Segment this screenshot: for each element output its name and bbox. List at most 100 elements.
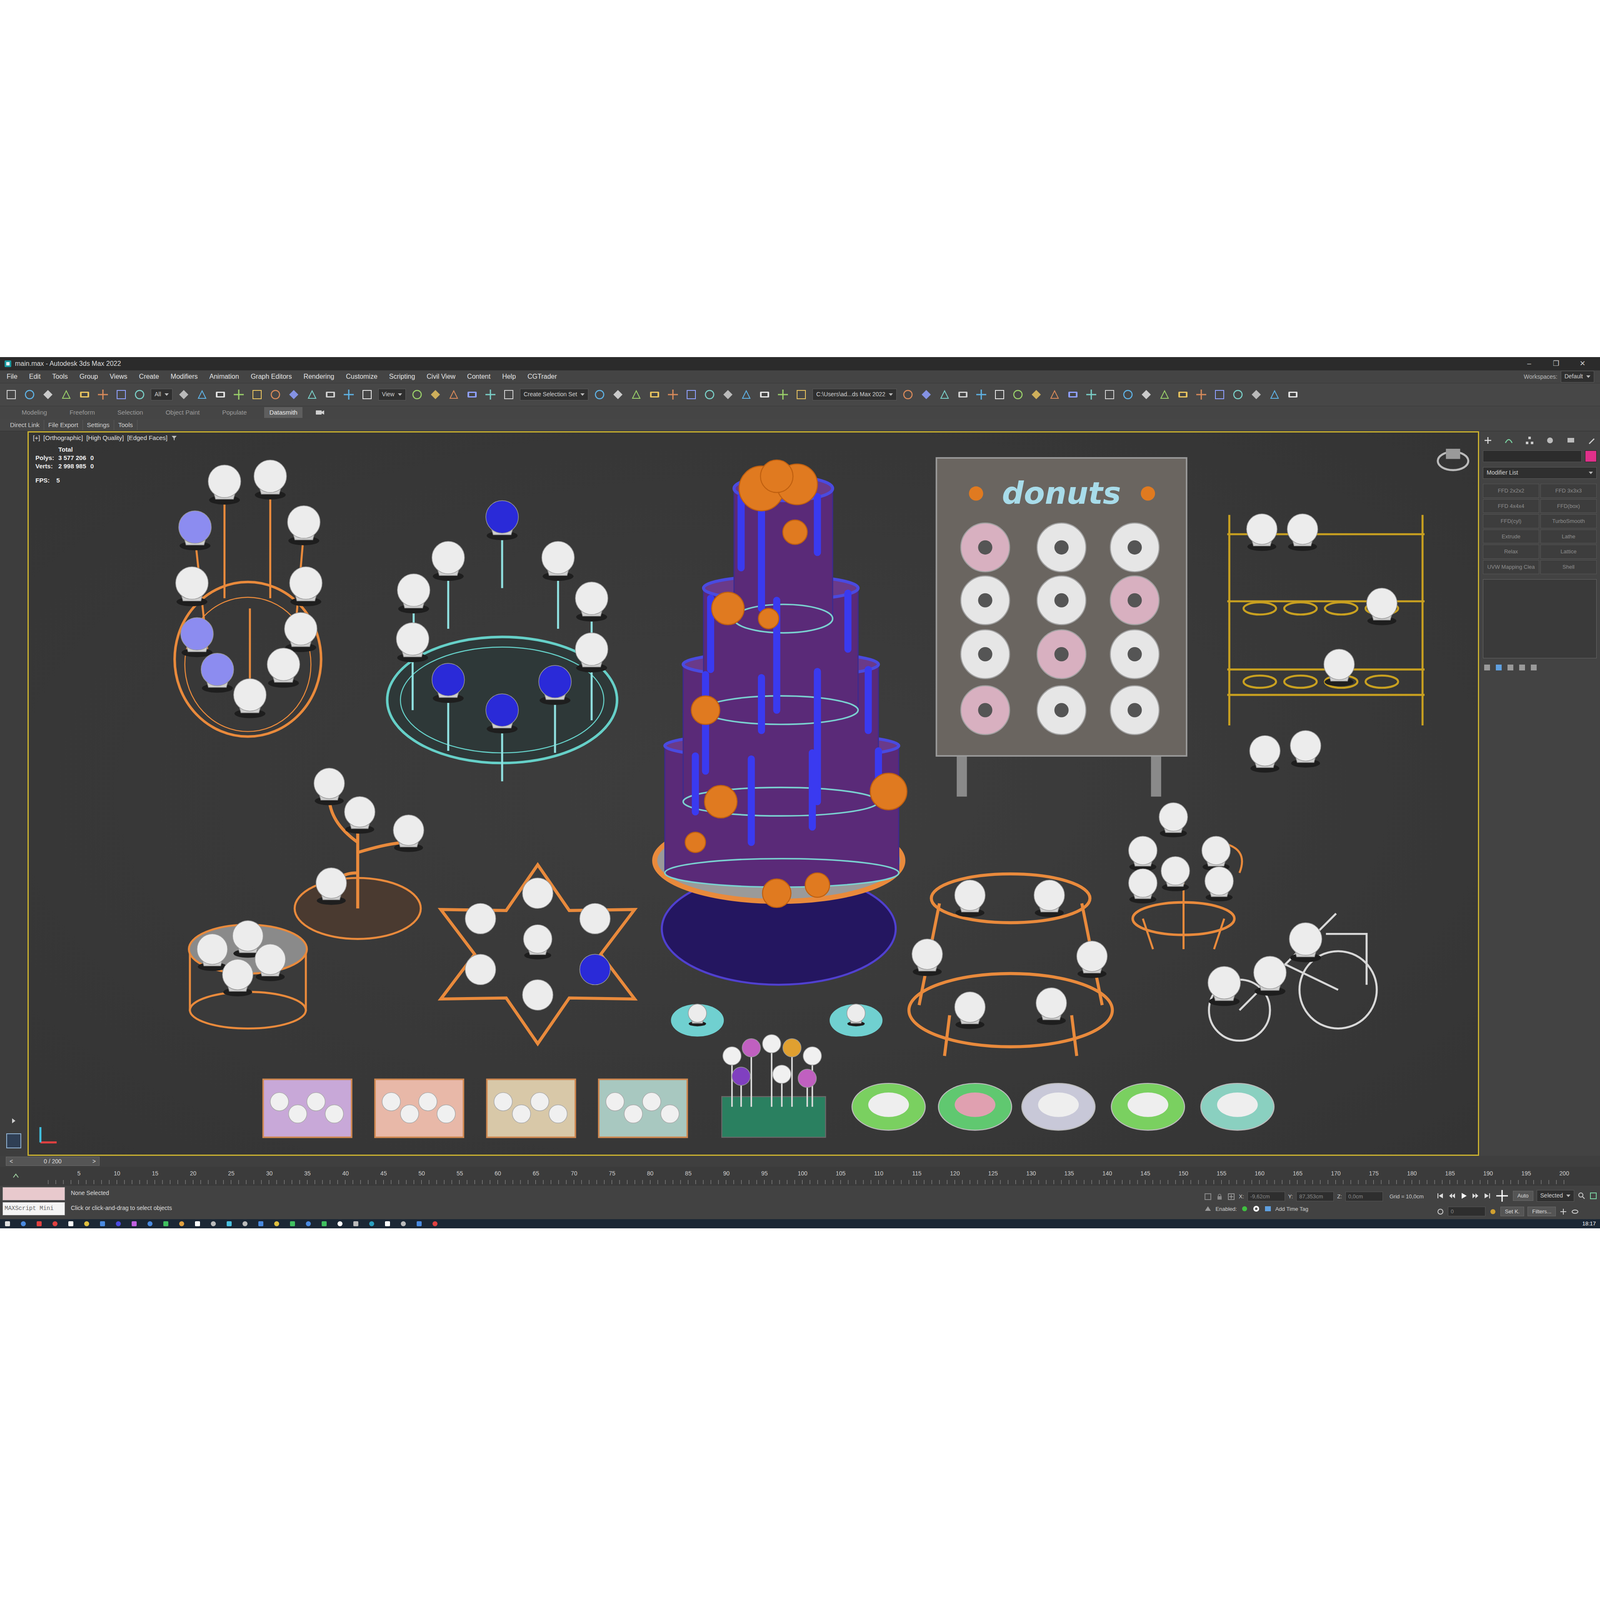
viewport[interactable]: donuts[+][Orthographic][High Quality][Ed… bbox=[27, 431, 1480, 1156]
cupcake[interactable] bbox=[1159, 802, 1188, 838]
viewport-menu-label[interactable]: [+] bbox=[32, 434, 40, 442]
modifier-button[interactable]: Lattice bbox=[1540, 544, 1597, 559]
command-tab-icon[interactable] bbox=[1586, 435, 1597, 446]
cupcake[interactable] bbox=[1076, 940, 1108, 978]
cupcake[interactable] bbox=[522, 432, 553, 1010]
add-time-tag-button[interactable]: Add Time Tag bbox=[1275, 1205, 1309, 1213]
pan-icon[interactable] bbox=[1559, 1207, 1568, 1216]
toolbar-tool-icon[interactable] bbox=[323, 387, 338, 402]
cupcake[interactable] bbox=[284, 612, 318, 653]
menu-item[interactable]: Content bbox=[466, 371, 492, 382]
workspace-dropdown[interactable]: Default bbox=[1560, 370, 1595, 383]
zoom-icon[interactable] bbox=[1577, 1191, 1586, 1200]
toolbar-tool-icon[interactable] bbox=[59, 387, 74, 402]
toolbar-tool-icon[interactable] bbox=[1047, 387, 1062, 402]
dessert-box[interactable] bbox=[263, 1079, 352, 1138]
dessert-box[interactable] bbox=[375, 1079, 464, 1138]
scene-render[interactable]: donuts bbox=[28, 432, 1478, 1155]
track-bar-menu-icon[interactable] bbox=[12, 1172, 20, 1180]
donut[interactable] bbox=[960, 522, 1010, 572]
donut[interactable] bbox=[1037, 575, 1086, 625]
toolbar-tool-icon[interactable] bbox=[114, 387, 129, 402]
modifier-button[interactable]: FFD 2x2x2 bbox=[1482, 483, 1540, 498]
modifier-button[interactable]: FFD(box) bbox=[1540, 499, 1597, 514]
taskbar-app-icon[interactable] bbox=[178, 1220, 185, 1228]
plate[interactable] bbox=[670, 1004, 724, 1037]
window-control-button[interactable]: – bbox=[1515, 357, 1543, 370]
toolbar-tool-icon[interactable] bbox=[501, 387, 516, 402]
cupcake[interactable] bbox=[180, 617, 214, 658]
taskbar-app-icon[interactable] bbox=[162, 1220, 170, 1228]
cupcake[interactable] bbox=[538, 665, 572, 705]
menu-item[interactable]: File bbox=[5, 371, 19, 382]
viewport-menu-label[interactable]: [High Quality] bbox=[86, 434, 124, 442]
donut[interactable] bbox=[1110, 575, 1160, 625]
zoom-all-icon[interactable] bbox=[1589, 1191, 1598, 1200]
taskbar-app-icon[interactable] bbox=[257, 1220, 265, 1228]
cupcake[interactable] bbox=[1205, 866, 1234, 902]
toolbar-tool-icon[interactable] bbox=[4, 387, 19, 402]
cupcake[interactable] bbox=[315, 867, 347, 905]
cupcake[interactable] bbox=[1128, 836, 1158, 871]
toolbar-tool-icon[interactable] bbox=[446, 387, 461, 402]
playback-control-icon[interactable] bbox=[1447, 1191, 1457, 1200]
maxscript-listener[interactable]: MAXScript Mini bbox=[2, 1187, 65, 1218]
toolbar-tool-icon[interactable] bbox=[919, 387, 934, 402]
expand-arrow-icon[interactable] bbox=[9, 1116, 18, 1125]
menu-item[interactable]: Customize bbox=[345, 371, 379, 382]
toolbar-tool-icon[interactable] bbox=[360, 387, 375, 402]
cupcake[interactable] bbox=[1289, 922, 1322, 963]
object-name-field[interactable] bbox=[1482, 450, 1582, 463]
playback-control-icon[interactable] bbox=[1459, 1191, 1468, 1200]
taskbar-app-icon[interactable] bbox=[146, 1220, 154, 1228]
menu-item[interactable]: Civil View bbox=[425, 371, 457, 382]
toolbar-tool-icon[interactable] bbox=[77, 387, 92, 402]
taskbar-app-icon[interactable] bbox=[320, 1220, 328, 1228]
cupcake[interactable] bbox=[1323, 649, 1355, 687]
cupcake[interactable] bbox=[541, 541, 575, 581]
viewport-layout-icon[interactable] bbox=[5, 1132, 23, 1150]
taskbar-app-icon[interactable] bbox=[210, 1220, 217, 1228]
menu-item[interactable]: Modifiers bbox=[170, 371, 199, 382]
toolbar-tool-icon[interactable] bbox=[286, 387, 301, 402]
ribbon-tab[interactable]: Freeform bbox=[64, 407, 100, 418]
toolbar-tool-icon[interactable] bbox=[937, 387, 952, 402]
dessert-box[interactable] bbox=[486, 1079, 575, 1138]
ribbon-item[interactable]: Settings bbox=[82, 420, 115, 430]
lock-selection-icon[interactable] bbox=[1215, 1192, 1224, 1201]
viewport-menu-label[interactable]: [Edged Faces] bbox=[127, 434, 168, 442]
donut[interactable] bbox=[960, 575, 1010, 625]
stack-tool-icon[interactable] bbox=[1529, 663, 1538, 672]
cupcake[interactable] bbox=[1290, 730, 1321, 768]
orbit-icon[interactable] bbox=[1570, 1207, 1580, 1216]
modifier-button[interactable]: Extrude bbox=[1482, 529, 1540, 544]
cupcake[interactable] bbox=[208, 465, 241, 505]
cupcake[interactable] bbox=[178, 510, 212, 551]
cupcake[interactable] bbox=[432, 663, 465, 703]
cupcake[interactable] bbox=[1249, 735, 1280, 773]
cupcake[interactable] bbox=[222, 959, 253, 997]
modifier-button[interactable]: Shell bbox=[1540, 560, 1597, 575]
time-slider-thumb[interactable]: <0 / 200> bbox=[5, 1156, 100, 1167]
toolbar-tool-icon[interactable] bbox=[465, 387, 480, 402]
taskbar-app-icon[interactable] bbox=[4, 1220, 11, 1228]
toolbar-tool-icon[interactable] bbox=[629, 387, 644, 402]
cupcake[interactable] bbox=[1034, 880, 1065, 918]
dessert-plate[interactable] bbox=[1111, 1083, 1185, 1130]
cupcake[interactable] bbox=[397, 573, 430, 614]
toolbar-tool-icon[interactable] bbox=[213, 387, 228, 402]
dessert-plate[interactable] bbox=[1021, 1083, 1095, 1130]
command-tab-icon[interactable] bbox=[1482, 435, 1493, 446]
taskbar-app-icon[interactable] bbox=[99, 1220, 106, 1228]
toolbar-tool-icon[interactable] bbox=[40, 387, 55, 402]
coordinate-field[interactable]: -9,62cm bbox=[1247, 1191, 1285, 1202]
playback-control-icon[interactable] bbox=[1482, 1191, 1492, 1200]
cupcake[interactable] bbox=[465, 432, 496, 934]
taskbar-app-icon[interactable] bbox=[130, 1220, 138, 1228]
viewport-label[interactable]: [+][Orthographic][High Quality][Edged Fa… bbox=[32, 434, 178, 442]
donut[interactable] bbox=[1110, 522, 1160, 572]
coordinate-field[interactable]: 0,0cm bbox=[1345, 1191, 1383, 1202]
cupcake[interactable] bbox=[432, 541, 465, 581]
cupcake[interactable] bbox=[1246, 513, 1278, 551]
toolbar-tool-icon[interactable] bbox=[900, 387, 915, 402]
